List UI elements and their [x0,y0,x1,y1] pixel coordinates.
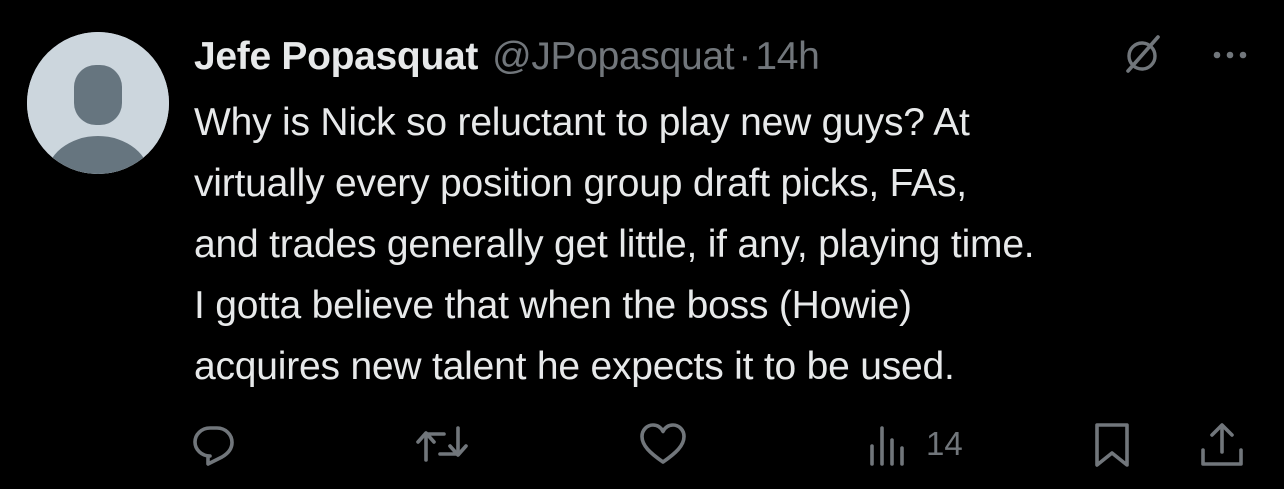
default-avatar-icon[interactable] [27,32,169,174]
author-display-name[interactable]: Jefe Popasquat [194,32,478,82]
more-icon[interactable] [1206,31,1254,84]
header-actions [1120,32,1254,82]
reply-icon [190,420,238,468]
tweet-timestamp[interactable]: 14h [755,32,819,82]
bookmark-icon [1088,420,1136,468]
views-button[interactable]: 14 [864,412,963,476]
views-icon [864,420,912,468]
share-icon [1198,420,1246,468]
like-icon [638,420,688,468]
share-button[interactable] [1198,412,1246,476]
retweet-icon [414,420,470,468]
views-count: 14 [926,425,963,462]
tweet-header: Jefe Popasquat @JPopasquat · 14h [194,32,820,82]
tweet-action-bar: 14 [0,412,1284,476]
bookmark-button[interactable] [1088,412,1136,476]
header-separator: · [738,35,752,78]
reply-button[interactable] [190,412,238,476]
tweet-text: Why is Nick so reluctant to play new guy… [194,101,1035,388]
grok-icon[interactable] [1120,31,1206,84]
like-button[interactable] [638,412,688,476]
author-handle[interactable]: @JPopasquat [492,32,735,82]
retweet-button[interactable] [414,412,470,476]
tweet-card[interactable]: Jefe Popasquat @JPopasquat · 14h Why is … [0,0,1284,489]
